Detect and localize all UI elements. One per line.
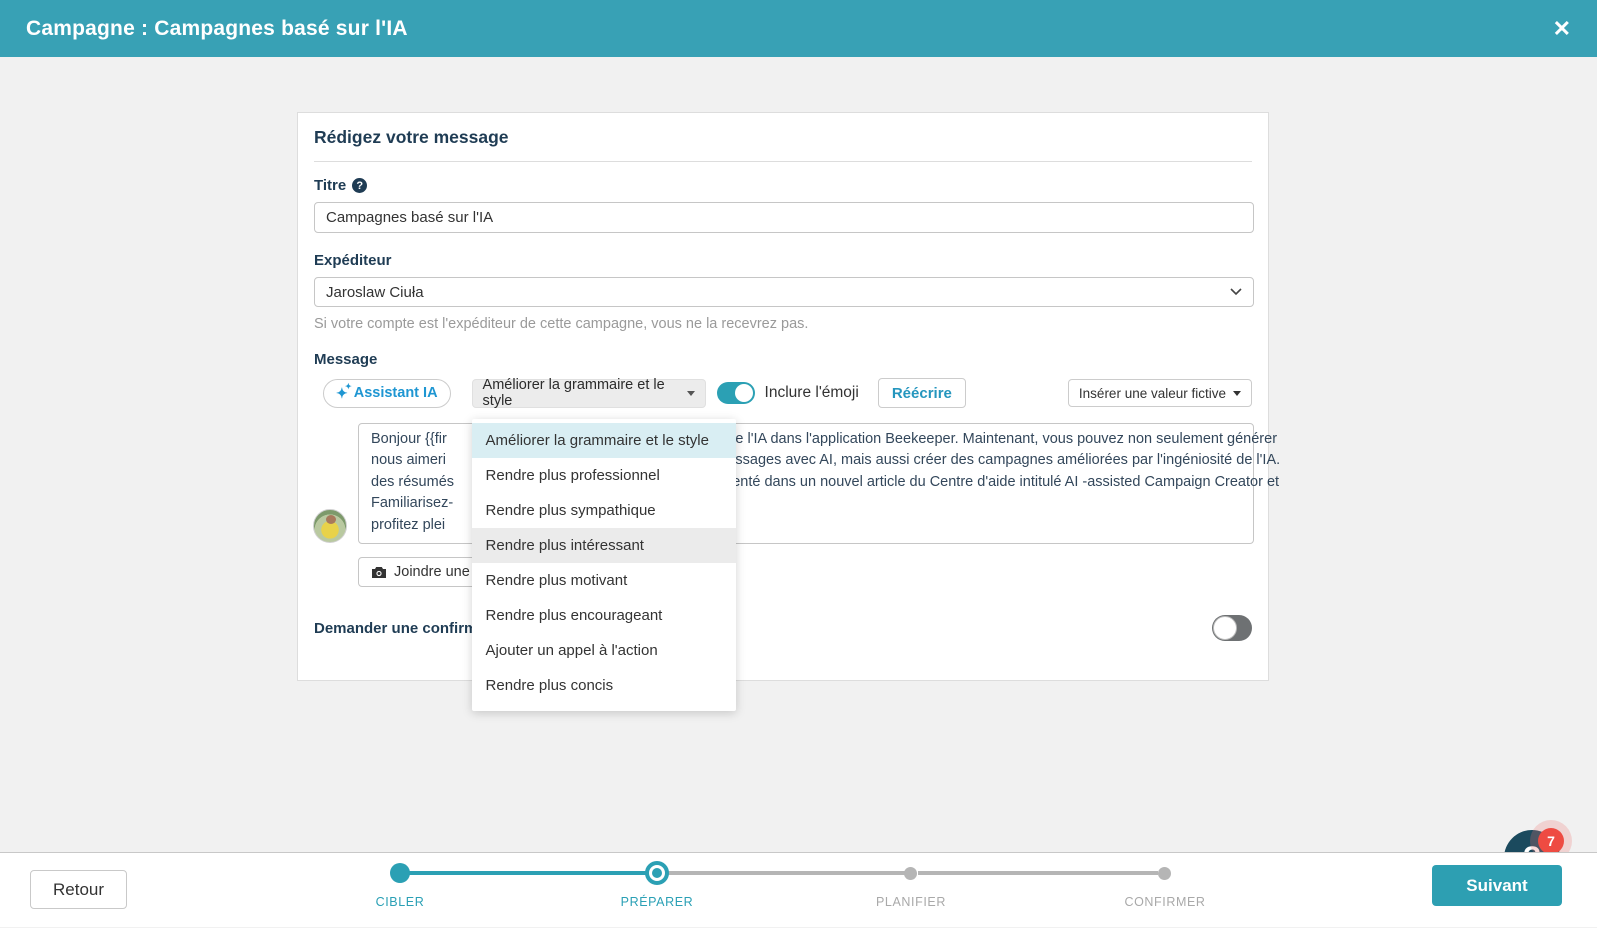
notification-badge: 7 — [1538, 828, 1564, 854]
confirmation-toggle[interactable] — [1212, 615, 1252, 641]
insert-placeholder-button[interactable]: Insérer une valeur fictive — [1067, 379, 1252, 407]
title-input[interactable] — [314, 202, 1254, 233]
rewrite-button[interactable]: Réécrire — [877, 378, 966, 408]
step-dot-preparer[interactable] — [645, 861, 669, 885]
step-dot-planifier — [904, 867, 917, 880]
style-selector-value: Améliorer la grammaire et le style — [482, 377, 665, 409]
sender-hint: Si votre compte est l'expéditeur de cett… — [314, 316, 809, 332]
toggle-knob — [1213, 616, 1237, 640]
sender-field-label: Expéditeur — [314, 252, 392, 269]
style-dropdown-wrap: Améliorer la grammaire et le style Améli… — [471, 377, 736, 711]
confirmation-row: Demander une confirmation — [314, 615, 1252, 641]
next-button[interactable]: Suivant — [1432, 865, 1562, 906]
style-menu-item[interactable]: Rendre plus encourageant — [472, 598, 736, 633]
stepper-segment — [918, 871, 1158, 875]
style-menu-item[interactable]: Rendre plus motivant — [472, 563, 736, 598]
card-title: Rédigez votre message — [314, 127, 509, 147]
sender-avatar — [313, 509, 347, 543]
step-dot-confirmer — [1158, 867, 1171, 880]
step-label-preparer: PRÉPARER — [620, 895, 694, 909]
style-menu-item[interactable]: Rendre plus concis — [472, 668, 736, 703]
sparkle-icon: ✦ ✦ — [336, 382, 352, 401]
page-title: Campagne : Campagnes basé sur l'IA — [26, 16, 408, 40]
chevron-down-icon — [1230, 288, 1242, 296]
wizard-footer: Retour CIBLER PRÉPARER PLANIFIER CONFIRM… — [0, 852, 1597, 927]
sender-select[interactable]: Jaroslaw Ciuła — [314, 277, 1254, 307]
caret-down-icon — [1233, 390, 1241, 396]
camera-icon — [372, 566, 386, 578]
divider — [314, 161, 1252, 162]
step-label-confirmer: CONFIRMER — [1124, 895, 1206, 909]
help-icon[interactable]: ? — [352, 178, 368, 193]
stepper-segment — [668, 871, 908, 875]
wizard-stepper: CIBLER PRÉPARER PLANIFIER CONFIRMER — [376, 853, 1205, 928]
emoji-toggle-label: Inclure l'émoji — [764, 384, 859, 401]
close-icon[interactable]: ✕ — [1553, 17, 1571, 40]
style-menu-item[interactable]: Rendre plus professionnel — [472, 458, 736, 493]
step-label-planifier: PLANIFIER — [876, 895, 946, 909]
style-menu-item[interactable]: Rendre plus intéressant — [471, 527, 736, 563]
caret-down-icon — [686, 390, 695, 396]
style-dropdown-menu: Améliorer la grammaire et le style Rendr… — [471, 418, 736, 711]
style-selector-button[interactable]: Améliorer la grammaire et le style — [471, 377, 706, 409]
message-lines-right: tés de l'IA dans l'application Beekeeper… — [704, 431, 1281, 511]
step-dot-cibler[interactable] — [390, 863, 410, 883]
compose-message-card: Rédigez votre message Titre ? Expéditeur… — [297, 112, 1280, 711]
title-field-label: Titre ? — [314, 177, 1252, 194]
ai-assistant-button[interactable]: ✦ ✦ Assistant IA — [323, 378, 451, 408]
ai-assistant-label: Assistant IA — [353, 385, 438, 401]
message-toolbar: ✦ ✦ Assistant IA Améliorer la grammaire e… — [314, 377, 1252, 711]
step-label-cibler: CIBLER — [375, 895, 425, 909]
style-menu-item[interactable]: Ajouter un appel à l'action — [472, 633, 736, 668]
insert-placeholder-label: Insérer une valeur fictive — [1078, 385, 1226, 401]
message-field-label: Message — [314, 351, 378, 368]
toggle-knob — [734, 384, 753, 402]
stepper-segment — [408, 871, 648, 875]
modal-header: Campagne : Campagnes basé sur l'IA ✕ — [0, 0, 1597, 57]
style-menu-item[interactable]: Améliorer la grammaire et le style — [471, 422, 736, 458]
back-button[interactable]: Retour — [30, 870, 127, 909]
emoji-toggle[interactable] — [716, 382, 755, 404]
style-menu-item[interactable]: Rendre plus sympathique — [472, 493, 736, 528]
sender-select-value: Jaroslaw Ciuła — [326, 283, 424, 301]
